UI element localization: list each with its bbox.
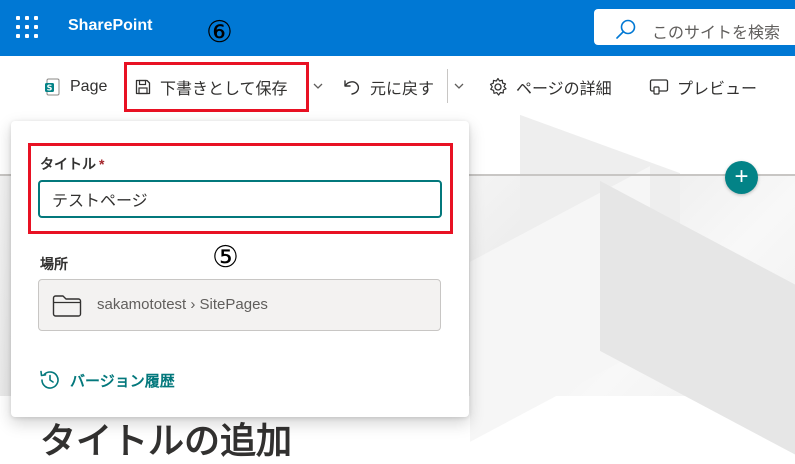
chevron-down-icon[interactable] [312, 78, 324, 94]
preview-label: プレビュー [677, 81, 758, 98]
waffle-icon[interactable] [16, 16, 38, 38]
title-field-label: タイトル * [40, 156, 105, 172]
save-draft-label: 下書きとして保存 [160, 81, 288, 98]
page-details-label: ページの詳細 [516, 81, 612, 98]
annotation-marker-5: ⑤ [212, 240, 239, 275]
gear-icon [489, 77, 507, 96]
suite-bar: SharePoint このサイトを検索 [0, 0, 795, 56]
preview-icon [649, 79, 669, 95]
svg-text:S: S [47, 83, 53, 92]
history-icon [40, 370, 59, 389]
sharepoint-page-icon: S [45, 78, 60, 96]
undo-icon [344, 80, 360, 95]
undo-button[interactable]: 元に戻す [342, 76, 434, 98]
command-separator [447, 69, 448, 103]
undo-label: 元に戻す [370, 81, 435, 98]
annotation-marker-6: ⑥ [206, 15, 233, 50]
add-section-button[interactable]: + [725, 161, 758, 194]
page-details-button[interactable]: ページの詳細 [488, 76, 612, 98]
search-icon [616, 19, 636, 39]
page-type-button[interactable]: S Page [44, 76, 107, 98]
location-field: sakamototest › SitePages [38, 279, 441, 331]
folder-icon [52, 295, 82, 317]
search-placeholder: このサイトを検索 [652, 25, 781, 42]
site-search-box[interactable]: このサイトを検索 [594, 9, 795, 45]
location-label: 場所 [40, 256, 68, 272]
save-draft-button[interactable]: 下書きとして保存 [134, 76, 288, 98]
title-input[interactable] [38, 180, 442, 218]
hero-facet [600, 180, 795, 458]
plus-icon: + [734, 163, 749, 190]
page-title-placeholder[interactable]: タイトルの追加 [40, 412, 292, 464]
save-icon [135, 79, 151, 95]
app-brand[interactable]: SharePoint [68, 17, 152, 35]
version-history-label: バージョン履歴 [70, 372, 175, 390]
page-type-label: Page [70, 78, 108, 95]
required-marker: * [99, 156, 105, 172]
version-history-link[interactable]: バージョン履歴 [38, 368, 175, 392]
chevron-down-icon[interactable] [453, 78, 465, 94]
location-path: sakamototest › SitePages [97, 296, 268, 313]
preview-button[interactable]: プレビュー [649, 76, 757, 98]
